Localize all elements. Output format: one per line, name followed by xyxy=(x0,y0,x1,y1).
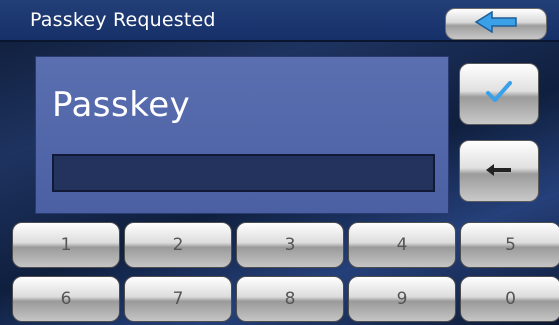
title-bar: Passkey Requested xyxy=(0,0,559,42)
backspace-arrow-icon xyxy=(485,162,513,181)
passkey-label: Passkey xyxy=(52,85,191,125)
key-2[interactable]: 2 xyxy=(124,222,232,268)
key-1[interactable]: 1 xyxy=(12,222,120,268)
window-title: Passkey Requested xyxy=(30,9,216,31)
back-button[interactable] xyxy=(445,8,547,40)
checkmark-icon xyxy=(484,79,514,109)
key-3[interactable]: 3 xyxy=(236,222,344,268)
key-5[interactable]: 5 xyxy=(460,222,559,268)
passkey-input[interactable] xyxy=(52,154,435,192)
key-0[interactable]: 0 xyxy=(460,276,559,322)
back-arrow-icon xyxy=(474,10,518,37)
key-4[interactable]: 4 xyxy=(348,222,456,268)
key-7[interactable]: 7 xyxy=(124,276,232,322)
key-9[interactable]: 9 xyxy=(348,276,456,322)
key-6[interactable]: 6 xyxy=(12,276,120,322)
passkey-panel: Passkey xyxy=(35,56,449,214)
backspace-button[interactable] xyxy=(459,140,539,202)
key-8[interactable]: 8 xyxy=(236,276,344,322)
confirm-button[interactable] xyxy=(459,63,539,125)
